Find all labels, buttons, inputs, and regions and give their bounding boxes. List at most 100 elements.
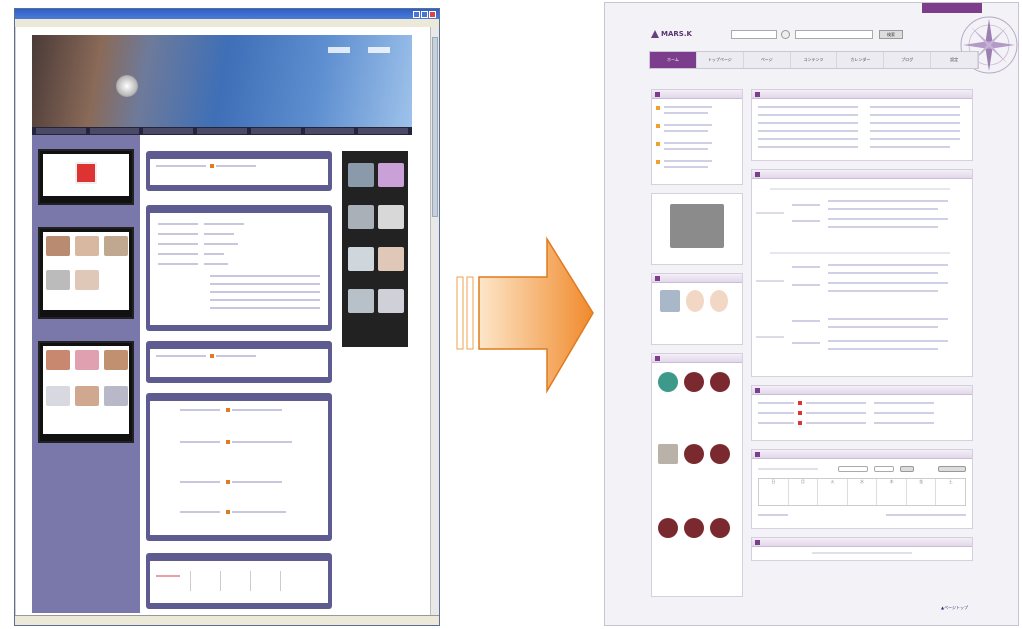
schedule-day-cell[interactable]: 月 <box>789 479 819 505</box>
old-nav-item[interactable] <box>143 128 194 134</box>
member-photo[interactable] <box>46 236 70 256</box>
browser-scrollbar[interactable] <box>430 27 439 615</box>
maximize-icon[interactable] <box>421 10 428 18</box>
member-photo[interactable] <box>46 270 70 290</box>
old-nav-item[interactable] <box>304 128 355 134</box>
schedule-day-cell[interactable]: 土 <box>936 479 965 505</box>
minimize-icon[interactable] <box>413 10 420 18</box>
app-icon[interactable] <box>75 162 97 184</box>
schedule-day-cell[interactable]: 木 <box>877 479 907 505</box>
keyword-input[interactable] <box>795 30 873 39</box>
member-photo[interactable] <box>75 236 99 256</box>
gallery-thumb[interactable] <box>75 386 99 406</box>
tab-contents[interactable]: コンテンツ <box>791 52 838 68</box>
new-site-logo[interactable]: MARS.K <box>651 30 692 38</box>
gallery-thumb[interactable] <box>378 205 404 229</box>
old-gallery-panel <box>38 341 134 443</box>
schedule-day-cell[interactable]: 日 <box>759 479 789 505</box>
scrollbar-thumb[interactable] <box>432 37 438 217</box>
old-right-column <box>338 135 412 355</box>
calendar-icon <box>755 451 760 457</box>
old-member-photos <box>43 232 129 310</box>
maintenance-photo[interactable] <box>658 444 678 464</box>
page-top-link[interactable]: ▲ページトップ <box>941 605 968 611</box>
gallery-thumb[interactable] <box>104 386 128 406</box>
schedule-week-grid: 日 月 火 水 木 金 土 <box>758 478 966 506</box>
schedule-select[interactable] <box>838 466 868 472</box>
gallery-thumb[interactable] <box>46 350 70 370</box>
old-nav-item[interactable] <box>89 128 140 134</box>
gallery-thumb[interactable] <box>348 163 374 187</box>
new-top-login-strip[interactable] <box>922 3 982 13</box>
info-icon <box>655 355 660 361</box>
close-icon[interactable] <box>429 10 436 18</box>
old-nav-item[interactable] <box>197 128 247 134</box>
old-nav-item[interactable] <box>358 128 409 134</box>
category-circle[interactable] <box>658 518 678 538</box>
tab-blog[interactable]: ブログ <box>884 52 932 68</box>
schedule-day-cell[interactable]: 金 <box>907 479 937 505</box>
box-header <box>752 450 972 459</box>
category-circle[interactable] <box>710 444 730 464</box>
category-circle[interactable] <box>684 518 704 538</box>
old-login-links[interactable] <box>40 196 132 202</box>
member-photo[interactable] <box>75 270 99 290</box>
search-icon[interactable] <box>781 30 790 39</box>
member-photo[interactable] <box>104 236 128 256</box>
old-member-photos-panel <box>38 227 134 319</box>
old-nav-item[interactable] <box>250 128 301 134</box>
new-topics-box <box>751 169 973 377</box>
schedule-day-cell[interactable]: 水 <box>848 479 878 505</box>
site-search-input[interactable] <box>731 30 777 39</box>
tab-top[interactable]: トップページ <box>697 52 744 68</box>
category-circle[interactable] <box>658 372 678 392</box>
new-maintenance-info-box <box>751 385 973 441</box>
old-site-browser-window <box>14 8 440 626</box>
gallery-thumb[interactable] <box>348 289 374 313</box>
schedule-day-cell[interactable]: 火 <box>818 479 848 505</box>
new-memo-box <box>751 537 973 561</box>
old-news-panel <box>146 151 332 191</box>
gallery-thumb[interactable] <box>378 247 404 271</box>
gallery-thumb[interactable] <box>378 163 404 187</box>
old-nav-item[interactable] <box>36 128 86 134</box>
old-profile-panel <box>146 205 332 331</box>
member-avatar[interactable] <box>686 290 704 312</box>
old-header-button[interactable] <box>368 47 390 53</box>
topics-icon <box>755 171 760 177</box>
schedule-register-button[interactable] <box>938 466 966 472</box>
new-news-box <box>751 89 973 161</box>
search-button[interactable]: 検索 <box>879 30 903 39</box>
category-circle[interactable] <box>710 518 730 538</box>
old-profile-body <box>150 213 328 325</box>
gallery-thumb[interactable] <box>75 350 99 370</box>
old-header-button[interactable] <box>328 47 350 53</box>
gallery-thumb[interactable] <box>104 350 128 370</box>
old-main-column <box>140 135 338 613</box>
new-photo-box <box>651 193 743 265</box>
gallery-thumb[interactable] <box>378 289 404 313</box>
news-icon <box>755 91 760 97</box>
member-avatar[interactable] <box>660 290 680 312</box>
tab-settings[interactable]: 設定 <box>931 52 979 68</box>
gallery-thumb[interactable] <box>348 247 374 271</box>
category-circle[interactable] <box>684 372 704 392</box>
gallery-thumb[interactable] <box>46 386 70 406</box>
new-logo-text: MARS.K <box>661 30 692 38</box>
schedule-go-button[interactable] <box>900 466 914 472</box>
member-avatar[interactable] <box>710 290 728 312</box>
featured-photo[interactable] <box>670 204 724 248</box>
old-notice-panel <box>146 341 332 383</box>
browser-menubar <box>15 19 439 27</box>
tab-calendar[interactable]: カレンダー <box>837 52 885 68</box>
gallery-thumb[interactable] <box>348 205 374 229</box>
tab-home[interactable]: ホーム <box>650 52 697 68</box>
category-circle[interactable] <box>710 372 730 392</box>
maintenance-icon <box>755 387 760 393</box>
schedule-select[interactable] <box>874 466 894 472</box>
category-circle[interactable] <box>684 444 704 464</box>
old-news-body <box>150 159 328 185</box>
old-site-viewport <box>16 27 430 615</box>
ranking-icon <box>655 91 660 97</box>
tab-page[interactable]: ページ <box>744 52 791 68</box>
